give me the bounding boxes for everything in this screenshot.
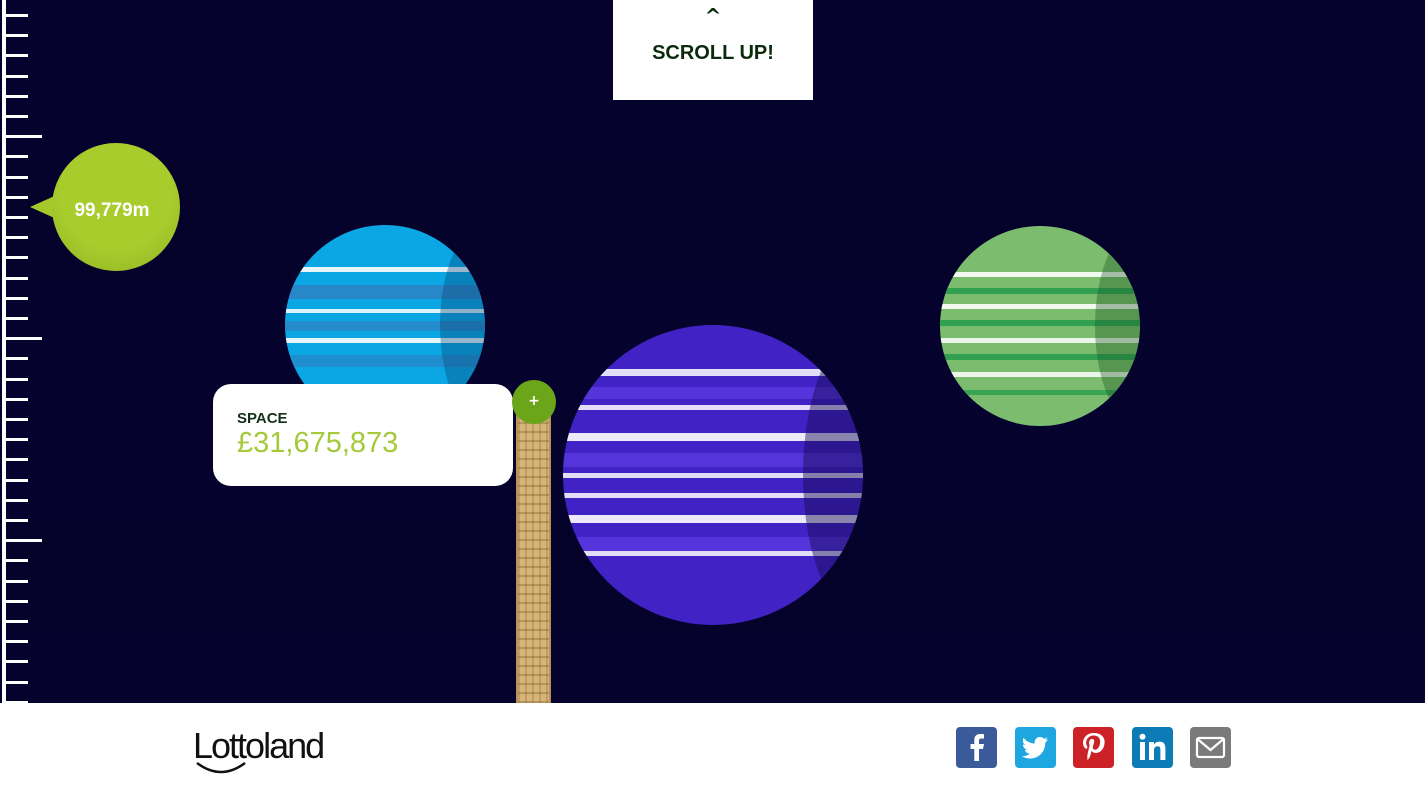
space-scene: 99,779m SPACE £31,675,873 + ^ SCROLL UP! (0, 0, 1425, 703)
linkedin-icon (1139, 733, 1166, 760)
ruler-tick (4, 75, 28, 78)
share-pinterest-button[interactable] (1073, 727, 1114, 768)
ruler-tick (4, 660, 28, 663)
ruler-tick (4, 236, 28, 239)
ruler-tick (4, 176, 28, 179)
share-linkedin-button[interactable] (1132, 727, 1173, 768)
ruler-tick (4, 337, 42, 340)
ruler-tick (4, 519, 28, 522)
logo-smile-icon (196, 761, 246, 774)
ruler-tick (4, 135, 42, 138)
climbing-rope (516, 405, 551, 703)
scroll-up-label: SCROLL UP! (652, 42, 774, 64)
share-email-button[interactable] (1190, 727, 1231, 768)
expand-button[interactable]: + (512, 380, 556, 424)
cloud-band (0, 160, 1425, 280)
planet-green (940, 226, 1140, 426)
ruler-tick (4, 620, 28, 623)
ruler-tick (4, 216, 28, 219)
info-card: SPACE £31,675,873 (213, 384, 513, 486)
ruler-tick (4, 499, 28, 502)
ruler-tick (4, 196, 28, 199)
ruler-tick (4, 317, 28, 320)
ruler-tick (4, 418, 28, 421)
facebook-icon (970, 734, 984, 761)
ruler-tick (4, 357, 28, 360)
share-facebook-button[interactable] (956, 727, 997, 768)
ruler-tick (4, 458, 28, 461)
ruler-tick (4, 297, 28, 300)
ruler-tick (4, 54, 28, 57)
ruler-tick (4, 95, 28, 98)
twitter-icon (1021, 737, 1048, 759)
footer: Lottoland (0, 703, 1425, 788)
ruler-tick (4, 479, 28, 482)
ruler-tick (4, 115, 28, 118)
ruler-tick (4, 277, 28, 280)
ruler-spine (2, 0, 6, 703)
lottoland-logo[interactable]: Lottoland (193, 725, 353, 781)
scroll-up-button[interactable]: ^ SCROLL UP! (613, 0, 813, 100)
ruler-tick (4, 34, 28, 37)
ruler-tick (4, 580, 28, 583)
ruler-tick (4, 559, 28, 562)
ruler-tick (4, 438, 28, 441)
info-card-title: SPACE (237, 410, 288, 427)
ruler-tick (4, 539, 42, 542)
altitude-marker: 99,779m (30, 143, 182, 271)
share-twitter-button[interactable] (1015, 727, 1056, 768)
ruler-tick (4, 640, 28, 643)
ruler-tick (4, 398, 28, 401)
altitude-ruler (0, 0, 45, 703)
ruler-tick (4, 256, 28, 259)
ruler-tick (4, 378, 28, 381)
ruler-tick (4, 600, 28, 603)
info-card-value: £31,675,873 (237, 427, 399, 459)
ruler-tick (4, 155, 28, 158)
ruler-tick (4, 681, 28, 684)
email-icon (1195, 736, 1226, 759)
chevron-up-icon: ^ (704, 4, 722, 28)
altitude-value: 99,779m (74, 200, 150, 221)
planet-purple (563, 325, 863, 625)
ruler-tick (4, 14, 28, 17)
pinterest-icon (1083, 733, 1105, 760)
